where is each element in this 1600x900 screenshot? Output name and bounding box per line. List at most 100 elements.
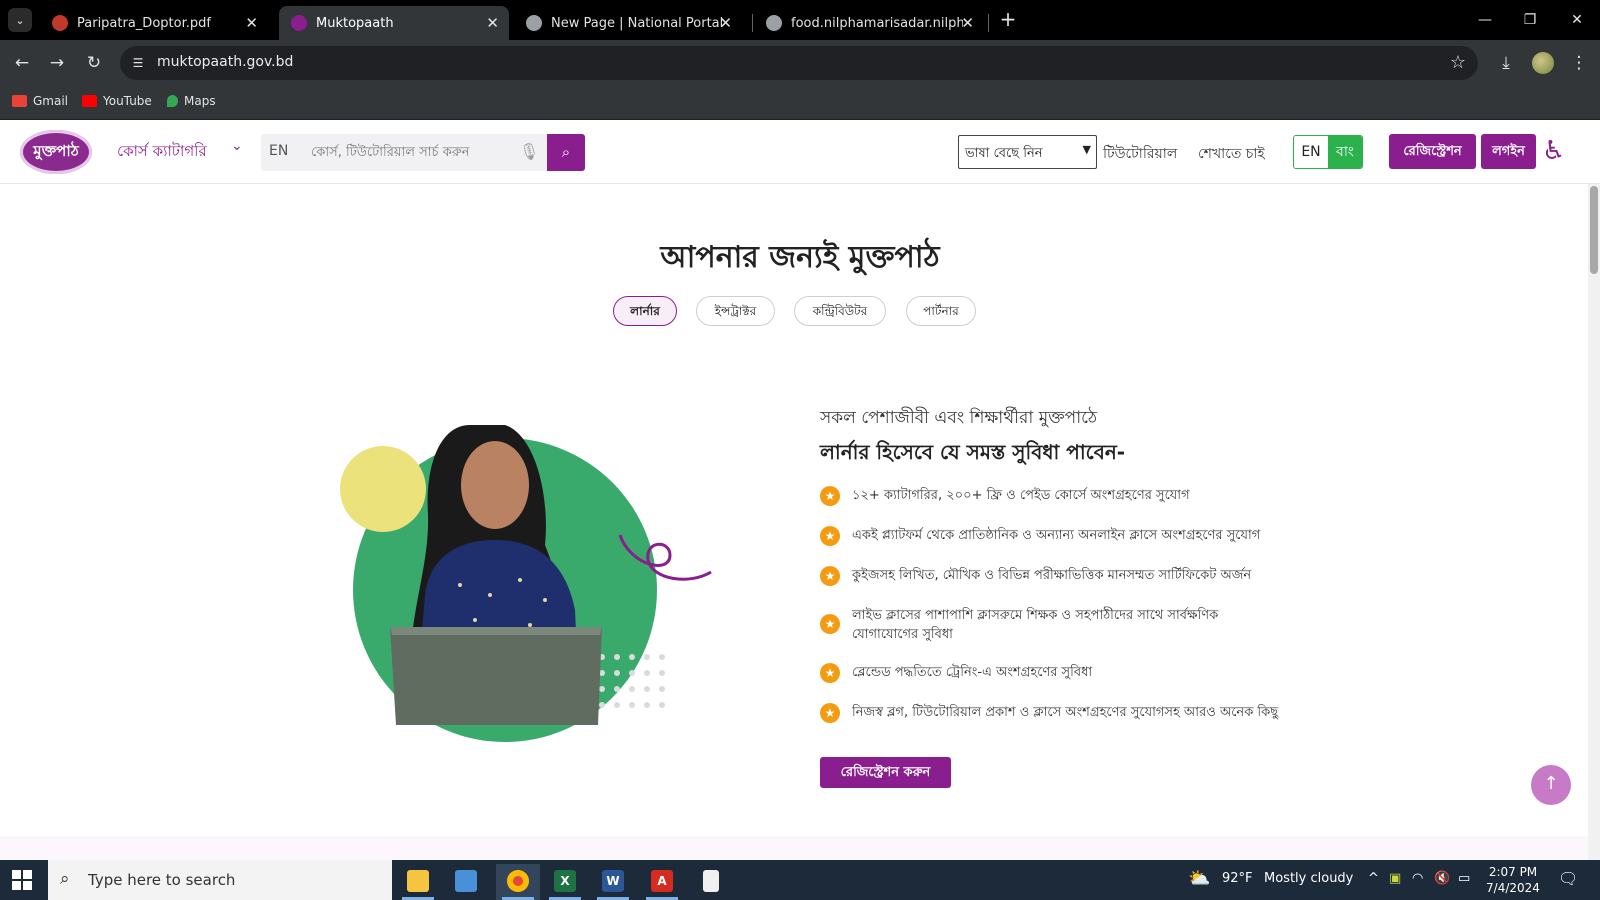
site-info-icon[interactable]: ☰	[128, 53, 148, 73]
forward-arrow-icon[interactable]: →	[45, 51, 69, 75]
app-tray-icon[interactable]: ▣	[1389, 871, 1401, 886]
tab-search-chevron-icon[interactable]: ⌄	[8, 8, 32, 32]
bookmarks-bar: Gmail YouTube Maps	[0, 86, 1600, 120]
tab-instructor[interactable]: ইন্সট্রাক্টর	[696, 296, 775, 326]
close-window-icon[interactable]: ✕	[1562, 8, 1592, 32]
learner-heading: লার্নার হিসেবে যে সমস্ত সুবিধা পাবেন-	[820, 440, 1126, 464]
clock-time: 2:07 PM	[1488, 865, 1538, 879]
accessibility-icon[interactable]: ♿	[1542, 136, 1565, 166]
feature-text: একই প্ল্যাটফর্ম থেকে প্রাতিষ্ঠানিক ও অন্…	[852, 528, 1261, 543]
bookmark-youtube[interactable]: YouTube	[82, 94, 152, 108]
close-tab-icon[interactable]: ✕	[486, 14, 499, 32]
browser-tab-strip: ⌄ Paripatra_Doptor.pdf ✕ Muktopaath ✕ Ne…	[0, 0, 1600, 40]
tab-contributor[interactable]: কন্ট্রিবিউটর	[794, 296, 886, 326]
star-badge-icon: ★	[820, 566, 840, 586]
course-category-menu[interactable]: কোর্স ক্যাটাগরি	[117, 140, 207, 165]
feature-text: ব্লেন্ডেড পদ্ধতিতে ট্রেনিং-এ অংশগ্রহণের …	[852, 665, 1093, 680]
taskbar-search[interactable]: ⌕ Type here to search	[48, 860, 392, 900]
nav-tutorial-link[interactable]: টিউটোরিয়াল	[1103, 142, 1177, 166]
login-button[interactable]: লগইন	[1481, 134, 1536, 169]
reload-icon[interactable]: ↻	[82, 51, 106, 75]
system-clock[interactable]: 2:07 PM 7/4/2024	[1478, 864, 1548, 896]
globe-favicon-icon	[526, 15, 542, 31]
search-button[interactable]: ⌕	[547, 134, 585, 171]
bookmark-label: Maps	[184, 94, 216, 108]
close-tab-icon[interactable]: ✕	[719, 14, 732, 32]
register-button[interactable]: রেজিস্ট্রেশন	[1389, 134, 1476, 169]
lang-bn-option[interactable]: বাং	[1328, 136, 1362, 168]
tab-learner[interactable]: লার্নার	[613, 296, 677, 326]
language-select[interactable]: ভাষা বেছে নিন ▼	[958, 135, 1097, 169]
weather-cloud-icon[interactable]: ⛅	[1188, 868, 1210, 889]
site-header: মুক্তপাঠ কোর্স ক্যাটাগরি ⌄ EN 🎙 ⌕ ভাষা ব…	[0, 120, 1600, 184]
weather-description[interactable]: Mostly cloudy	[1264, 871, 1353, 886]
network-icon[interactable]: ◠	[1412, 871, 1423, 886]
chevron-up-icon[interactable]: ^	[1368, 871, 1379, 886]
document-app[interactable]	[689, 864, 733, 900]
search-language-label[interactable]: EN	[269, 143, 288, 159]
back-arrow-icon[interactable]: ←	[10, 51, 34, 75]
close-tab-icon[interactable]: ✕	[245, 14, 258, 32]
lang-en-option[interactable]: EN	[1294, 136, 1328, 168]
tab-partner[interactable]: পার্টনার	[906, 296, 976, 326]
weather-temp[interactable]: 92°F	[1222, 871, 1253, 886]
page-scrollbar-track[interactable]	[1588, 184, 1600, 860]
bookmark-maps[interactable]: Maps	[167, 94, 216, 108]
search-icon: ⌕	[561, 143, 571, 161]
learner-illustration	[340, 425, 712, 742]
chrome-app[interactable]	[496, 864, 540, 900]
arrow-up-icon: ↑	[1543, 773, 1559, 794]
chevron-down-icon[interactable]: ⌄	[231, 138, 243, 154]
download-icon[interactable]: ⤓	[1494, 51, 1518, 75]
feature-item: ★ ব্লেন্ডেড পদ্ধতিতে ট্রেনিং-এ অংশগ্রহণে…	[820, 663, 1340, 683]
close-tab-icon[interactable]: ✕	[961, 14, 974, 32]
maps-icon	[167, 95, 178, 107]
file-explorer-app[interactable]	[396, 864, 440, 900]
next-section-band	[0, 836, 1588, 860]
menu-kebab-icon[interactable]: ⋮	[1567, 51, 1591, 75]
excel-icon: X	[554, 870, 576, 892]
volume-muted-icon[interactable]: 🔇	[1434, 871, 1450, 886]
windows-start-icon[interactable]	[12, 870, 32, 890]
scroll-to-top-button[interactable]: ↑	[1531, 765, 1571, 805]
tab-muktopaath[interactable]: Muktopaath ✕	[279, 6, 509, 40]
search-input[interactable]	[311, 134, 531, 171]
folder-icon	[407, 870, 429, 892]
acrobat-app[interactable]: A	[640, 864, 684, 900]
address-bar[interactable]: ☰ muktopaath.gov.bd ☆	[120, 46, 1478, 80]
new-tab-button[interactable]: +	[996, 8, 1020, 32]
nav-teach-link[interactable]: শেখাতে চাই	[1198, 142, 1265, 166]
pdf-icon: A	[651, 870, 673, 892]
gmail-icon	[12, 95, 27, 107]
tab-food-nilphamari[interactable]: food.nilphamarisadar.nilphamari ✕	[754, 6, 984, 40]
display-icon[interactable]: ▭	[1458, 871, 1470, 886]
clock-date: 7/4/2024	[1486, 881, 1540, 895]
profile-avatar[interactable]	[1532, 52, 1554, 74]
muktopaath-logo[interactable]: মুক্তপাঠ	[20, 130, 92, 174]
excel-app[interactable]: X	[543, 864, 587, 900]
word-icon: W	[602, 870, 624, 892]
tab-title: food.nilphamarisadar.nilphamari	[791, 15, 963, 31]
document-icon	[703, 870, 719, 892]
microphone-icon[interactable]: 🎙	[519, 142, 539, 161]
bookmark-gmail[interactable]: Gmail	[12, 94, 68, 108]
restore-icon[interactable]: ❐	[1515, 8, 1545, 32]
page-scrollbar-thumb[interactable]	[1590, 186, 1598, 274]
remote-app[interactable]	[444, 864, 488, 900]
bookmark-label: YouTube	[103, 94, 152, 108]
notification-icon[interactable]: 🗨	[1558, 869, 1578, 888]
tab-paripatra[interactable]: Paripatra_Doptor.pdf ✕	[40, 6, 268, 40]
monitor-icon	[455, 870, 477, 892]
minimize-icon[interactable]: —	[1470, 8, 1500, 32]
laptop-shape	[390, 627, 602, 725]
bookmark-label: Gmail	[33, 94, 69, 108]
register-cta-button[interactable]: রেজিস্ট্রেশন করুন	[820, 757, 951, 788]
yellow-circle-shape	[340, 446, 426, 532]
language-toggle[interactable]: EN বাং	[1293, 135, 1363, 169]
bookmark-star-icon[interactable]: ☆	[1450, 52, 1466, 73]
tab-national-portal[interactable]: New Page | National Portal ✕	[514, 6, 742, 40]
language-select-value: ভাষা বেছে নিন	[965, 146, 1043, 161]
chrome-icon	[507, 870, 529, 892]
url-text[interactable]: muktopaath.gov.bd	[157, 54, 293, 70]
word-app[interactable]: W	[591, 864, 635, 900]
